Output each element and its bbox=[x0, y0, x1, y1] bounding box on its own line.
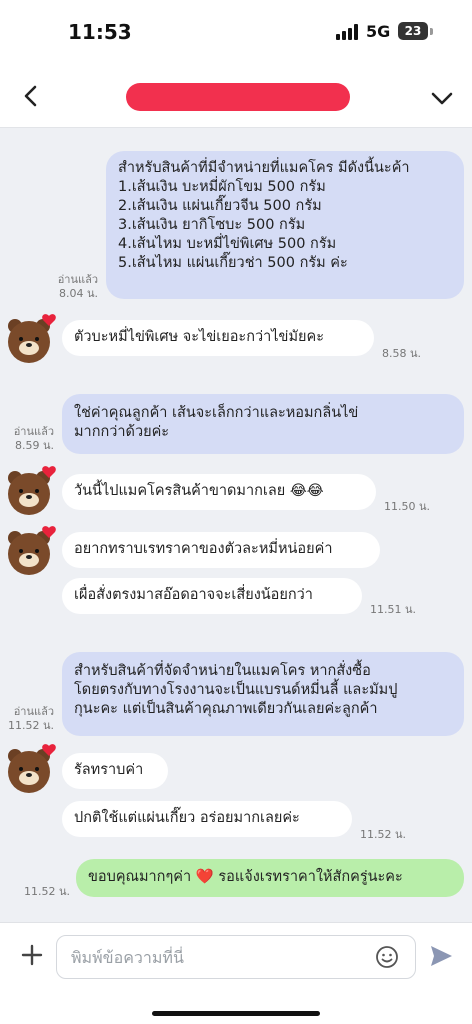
message-line: 5.เส้นไหม แผ่นเกี๊ยวช่า 500 กรัม ค่ะ bbox=[118, 255, 348, 271]
message-line: มากกว่าด้วยค่ะ bbox=[74, 424, 170, 440]
message-line: 1.เส้นเงิน บะหมี่ผักโขม 500 กรัม bbox=[118, 179, 326, 195]
message-line: 4.เส้นไหม บะหมี่ไข่พิเศษ 500 กรัม bbox=[118, 236, 337, 252]
status-time: 11:53 bbox=[68, 20, 132, 44]
send-icon bbox=[431, 946, 452, 966]
message-bubble-outgoing[interactable]: ขอบคุณมากๆค่า ❤️ รอแจ้งเรทราคาให้สักครู่… bbox=[76, 859, 464, 897]
message-time: 11.51 น. bbox=[370, 603, 417, 616]
contact-name-redacted bbox=[126, 83, 350, 111]
message-bubble-incoming[interactable]: เผื่อสั่งตรงมาสอ๊อดอาจจะเสี่ยงน้อยกว่า bbox=[62, 578, 362, 614]
message-line: ใช่ค่าคุณลูกค้า เส้นจะเล็กกว่าและหอมกลิ่… bbox=[74, 405, 359, 421]
read-receipt: อ่านแล้ว 8.59 น. bbox=[4, 425, 54, 453]
message-line: 2.เส้นเงิน แผ่นเกี๊ยวจีน 500 กรัม bbox=[118, 198, 322, 214]
message-line: อยากทราบเรทราคาของตัวละหมี่หน่อยค่า bbox=[74, 541, 333, 557]
message-line: สำหรับสินค้าที่จัดจำหน่ายในแมคโคร หากสั่… bbox=[74, 663, 371, 679]
menu-toggle-button[interactable] bbox=[428, 84, 456, 112]
emoji-button[interactable] bbox=[375, 945, 399, 969]
message-time: 11.50 น. bbox=[384, 500, 431, 513]
message-field[interactable] bbox=[56, 935, 416, 979]
battery-tip bbox=[430, 28, 433, 35]
message-line: ขอบคุณมากๆค่า ❤️ รอแจ้งเรทราคาให้สักครู่… bbox=[88, 869, 403, 885]
chevron-down-icon bbox=[431, 92, 453, 105]
message-line: กุนะคะ แต่เป็นสินค้าคุณภาพเดียวกันเลยค่ะ… bbox=[74, 701, 378, 717]
message-time: 8.04 น. bbox=[58, 287, 98, 300]
message-line: 3.เส้นเงิน ยากิโซบะ 500 กรัม bbox=[118, 217, 306, 233]
attach-button[interactable] bbox=[18, 941, 46, 969]
message-input[interactable] bbox=[57, 936, 357, 978]
chevron-left-icon bbox=[24, 85, 37, 107]
message-bubble-outgoing[interactable]: สำหรับสินค้าที่มีจำหน่ายที่แมคโคร มีดังน… bbox=[106, 151, 464, 299]
status-bar: 11:53 5G 23 bbox=[0, 0, 472, 64]
message-bubble-incoming[interactable]: ปกติใช้แต่แผ่นเกี๊ยว อร่อยมากเลยค่ะ bbox=[62, 801, 352, 837]
signal-icon bbox=[336, 24, 360, 40]
chat-header bbox=[0, 64, 472, 128]
message-line: เผื่อสั่งตรงมาสอ๊อดอาจจะเสี่ยงน้อยกว่า bbox=[74, 587, 313, 603]
message-bubble-incoming[interactable]: รัลทราบค่า bbox=[62, 753, 168, 789]
message-bubble-outgoing[interactable]: ใช่ค่าคุณลูกค้า เส้นจะเล็กกว่าและหอมกลิ่… bbox=[62, 394, 464, 454]
chat-area[interactable]: สำหรับสินค้าที่มีจำหน่ายที่แมคโคร มีดังน… bbox=[0, 129, 472, 922]
message-line: ตัวบะหมี่ไข่พิเศษ จะไข่เยอะกว่าไข่มัยคะ bbox=[74, 329, 325, 345]
message-bubble-outgoing[interactable]: สำหรับสินค้าที่จัดจำหน่ายในแมคโคร หากสั่… bbox=[62, 652, 464, 736]
home-indicator bbox=[152, 1011, 320, 1016]
message-line: ปกติใช้แต่แผ่นเกี๊ยว อร่อยมากเลยค่ะ bbox=[74, 810, 300, 826]
message-time: 8.58 น. bbox=[382, 347, 422, 360]
avatar[interactable] bbox=[4, 743, 58, 797]
message-time: 11.52 น. bbox=[7, 719, 54, 732]
message-time: 11.52 น. bbox=[24, 885, 71, 898]
read-receipt: อ่านแล้ว 11.52 น. bbox=[4, 705, 54, 733]
message-bubble-incoming[interactable]: วันนี้ไปแมคโครสินค้าขาดมากเลย 😂😂 bbox=[62, 474, 376, 510]
message-input-bar bbox=[0, 922, 472, 1024]
battery-icon: 23 bbox=[398, 22, 428, 40]
message-bubble-incoming[interactable]: ตัวบะหมี่ไข่พิเศษ จะไข่เยอะกว่าไข่มัยคะ bbox=[62, 320, 374, 356]
avatar[interactable] bbox=[4, 465, 58, 519]
avatar[interactable] bbox=[4, 525, 58, 579]
message-bubble-incoming[interactable]: อยากทราบเรทราคาของตัวละหมี่หน่อยค่า bbox=[62, 532, 380, 568]
message-line: โดยตรงกับทางโรงงานจะเป็นแบรนด์หมี่นลี้ แ… bbox=[74, 682, 398, 698]
message-line: รัลทราบค่า bbox=[74, 762, 144, 778]
avatar[interactable] bbox=[4, 313, 58, 367]
smiley-icon bbox=[376, 946, 398, 968]
message-line: วันนี้ไปแมคโครสินค้าขาดมากเลย 😂😂 bbox=[74, 483, 324, 499]
read-receipt: อ่านแล้ว 8.04 น. bbox=[42, 273, 98, 301]
send-button[interactable] bbox=[428, 943, 454, 969]
message-line: สำหรับสินค้าที่มีจำหน่ายที่แมคโคร มีดังน… bbox=[118, 160, 410, 176]
message-time: 11.52 น. bbox=[360, 828, 407, 841]
message-time: 8.59 น. bbox=[14, 439, 54, 452]
network-type: 5G bbox=[366, 22, 391, 41]
plus-icon bbox=[21, 944, 43, 966]
back-button[interactable] bbox=[18, 82, 46, 110]
